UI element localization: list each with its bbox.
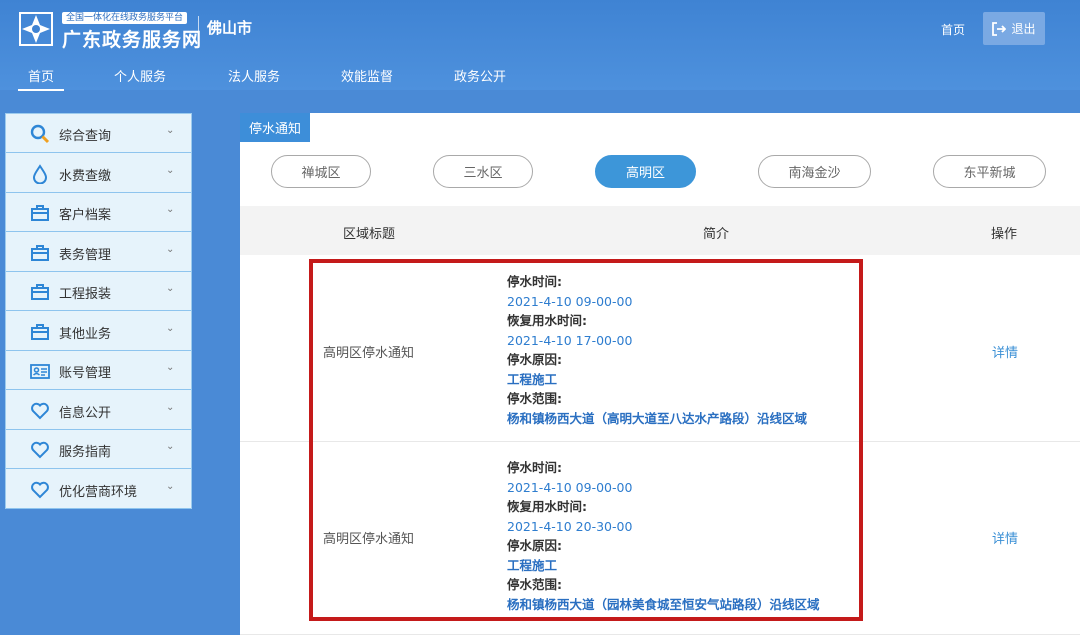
stop-time-label: 停水时间: — [507, 274, 562, 289]
detail-link[interactable]: 详情 — [992, 342, 1018, 361]
detail-link[interactable]: 详情 — [992, 528, 1018, 547]
chevron-down-icon: ⌄ — [166, 204, 175, 215]
sidebar-item-label: 服务指南 — [59, 445, 112, 460]
logout-button[interactable]: 退出 — [983, 12, 1045, 45]
table-row: 高明区停水通知 停水时间: 2021-4-10 09-00-00 恢复用水时间:… — [240, 442, 1080, 635]
reason-value: 工程施工 — [507, 557, 558, 573]
notice-panel: 停水通知 禅城区 三水区 高明区 南海金沙 东平新城 区域标题 简介 操作 高明… — [240, 113, 1080, 635]
briefcase-icon — [31, 244, 49, 261]
sidebar-item-query[interactable]: 综合查询 ⌄ — [6, 114, 191, 153]
briefcase-icon — [31, 284, 49, 300]
resume-time-value: 2021-4-10 20-30-00 — [507, 518, 633, 534]
scope-label: 停水范围: — [507, 577, 562, 592]
reason-label: 停水原因: — [507, 352, 562, 367]
search-icon — [30, 124, 50, 144]
heart-icon — [31, 402, 49, 419]
row-title: 高明区停水通知 — [323, 532, 415, 547]
column-header-intro: 简介 — [703, 227, 730, 242]
sidebar-item-label: 其他业务 — [59, 326, 112, 342]
panel-tag: 停水通知 — [240, 113, 310, 142]
reason-label: 停水原因: — [507, 538, 562, 553]
sidebar-item-account[interactable]: 账号管理 ⌄ — [6, 351, 191, 390]
chevron-down-icon: ⌄ — [166, 125, 175, 136]
sidebar-item-label: 工程报装 — [59, 287, 112, 302]
sidebar-item-project[interactable]: 工程报装 ⌄ — [6, 272, 191, 311]
sidebar-item-label: 优化营商环境 — [59, 484, 138, 500]
logout-icon — [992, 21, 1007, 36]
briefcase-icon — [31, 205, 49, 221]
sidebar-item-label: 综合查询 — [59, 129, 112, 144]
district-tab-gaoming[interactable]: 高明区 — [595, 155, 696, 188]
table-row: 高明区停水通知 停水时间: 2021-4-10 09-00-00 恢复用水时间:… — [240, 255, 1080, 442]
nav-item-legal[interactable]: 法人服务 — [228, 66, 280, 85]
row-intro: 停水时间: 2021-4-10 09-00-00 恢复用水时间: 2021-4-… — [507, 272, 807, 428]
scope-value: 杨和镇杨西大道（园林美食城至恒安气站路段）沿线区域 — [507, 596, 820, 612]
top-header: 全国一体化在线政务服务平台 广东政务服务网 佛山市 首页 退出 首页 个人服务 … — [0, 0, 1080, 91]
reason-value: 工程施工 — [507, 371, 558, 387]
column-header-action: 操作 — [991, 227, 1018, 242]
chevron-down-icon: ⌄ — [166, 441, 175, 452]
sidebar-item-other[interactable]: 其他业务 ⌄ — [6, 312, 191, 351]
main-nav: 首页 个人服务 法人服务 效能监督 政务公开 — [0, 60, 1080, 91]
sidebar-item-label: 表务管理 — [59, 247, 112, 263]
row-title: 高明区停水通知 — [323, 346, 415, 361]
chevron-down-icon: ⌄ — [166, 480, 175, 492]
water-drop-icon — [32, 163, 48, 184]
stop-time-value: 2021-4-10 09-00-00 — [507, 479, 633, 495]
sidebar-item-label: 信息公开 — [59, 405, 112, 421]
resume-time-label: 恢复用水时间: — [507, 499, 587, 514]
id-card-icon — [30, 364, 50, 379]
sidebar-item-customer[interactable]: 客户档案 ⌄ — [6, 193, 191, 232]
platform-badge: 全国一体化在线政务服务平台 — [62, 12, 188, 24]
sidebar-item-label: 水费查缴 — [59, 168, 112, 184]
logout-label: 退出 — [1011, 22, 1036, 36]
scope-label: 停水范围: — [507, 391, 562, 406]
logo-icon — [19, 12, 53, 46]
resume-time-value: 2021-4-10 17-00-00 — [507, 332, 633, 348]
heart-icon — [31, 441, 49, 459]
chevron-down-icon: ⌄ — [166, 243, 175, 255]
nav-item-public[interactable]: 政务公开 — [454, 66, 506, 85]
district-tab-chancheng[interactable]: 禅城区 — [271, 155, 371, 188]
row-intro: 停水时间: 2021-4-10 09-00-00 恢复用水时间: 2021-4-… — [507, 458, 820, 614]
sidebar-item-water-fee[interactable]: 水费查缴 ⌄ — [6, 154, 191, 193]
sidebar-item-label: 客户档案 — [59, 208, 112, 223]
site-title[interactable]: 广东政务服务网 — [62, 25, 202, 52]
scope-value: 杨和镇杨西大道（高明大道至八达水产路段）沿线区域 — [507, 410, 808, 426]
resume-time-label: 恢复用水时间: — [507, 313, 587, 328]
sidebar-item-business-env[interactable]: 优化营商环境 ⌄ — [6, 470, 191, 509]
chevron-down-icon: ⌄ — [166, 401, 175, 413]
sidebar-item-guide[interactable]: 服务指南 ⌄ — [6, 430, 191, 469]
heart-icon — [31, 481, 49, 498]
city-name: 佛山市 — [207, 19, 253, 37]
column-header-title: 区域标题 — [343, 227, 396, 242]
district-tab-nanhai-jinsha[interactable]: 南海金沙 — [758, 155, 871, 188]
sidebar: 综合查询 ⌄ 水费查缴 ⌄ 客户档案 ⌄ 表务管理 ⌄ 工程报装 ⌄ 其他业务 … — [5, 113, 192, 509]
sidebar-item-info[interactable]: 信息公开 ⌄ — [6, 391, 191, 430]
sidebar-item-label: 账号管理 — [59, 366, 112, 381]
stop-time-value: 2021-4-10 09-00-00 — [507, 293, 633, 309]
table-header: 区域标题 简介 操作 — [240, 206, 1080, 255]
district-tab-sanshui[interactable]: 三水区 — [433, 155, 533, 188]
briefcase-icon — [31, 323, 49, 340]
sidebar-item-meter[interactable]: 表务管理 ⌄ — [6, 233, 191, 272]
chevron-down-icon: ⌄ — [166, 362, 175, 373]
chevron-down-icon: ⌄ — [166, 283, 175, 294]
chevron-down-icon: ⌄ — [166, 164, 175, 176]
nav-item-home[interactable]: 首页 — [17, 66, 65, 91]
stop-time-label: 停水时间: — [507, 460, 562, 475]
district-tab-dongping[interactable]: 东平新城 — [933, 155, 1046, 188]
nav-item-supervision[interactable]: 效能监督 — [341, 66, 393, 85]
nav-item-personal[interactable]: 个人服务 — [114, 66, 166, 85]
header-divider — [198, 16, 199, 38]
top-home-link[interactable]: 首页 — [941, 21, 965, 38]
chevron-down-icon: ⌄ — [166, 322, 175, 334]
